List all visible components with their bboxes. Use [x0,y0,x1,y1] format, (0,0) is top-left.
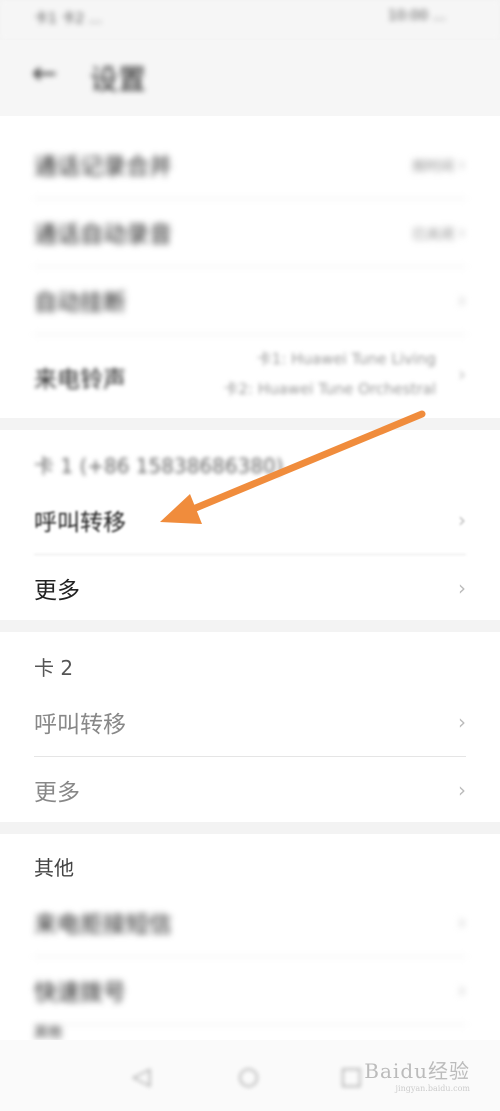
row-value: 按时间 [412,159,454,175]
settings-row-speed-dial[interactable]: 快速拨号 › [34,956,466,1025]
row-label: 通话记录合并 [34,154,172,180]
chevron-right-icon: › [458,508,466,532]
row-label: 其他 [34,1025,62,1040]
row-label: 来电铃声 [34,367,126,393]
settings-row-ringtone[interactable]: 来电铃声 卡1: Huawei Tune Living 卡2: Huawei T… [34,330,466,418]
card1-more[interactable]: 更多 › [34,554,466,622]
watermark-sub: jingyan.baidu.com [395,1084,470,1093]
status-left: 卡1 卡2 ... [34,11,103,27]
row-label: 来电拒接短信 [34,912,172,938]
settings-row-auto-hangup[interactable]: 自动挂断 › [34,266,466,335]
other-section: 其他 来电拒接短信 › 快速拨号 › 其他 [0,834,500,1040]
settings-row-other[interactable]: 其他 [34,1024,466,1040]
ringtone-sim2: 卡2: Huawei Tune Orchestral [223,380,436,398]
other-title: 其他 [34,856,74,880]
ringtone-sim1: 卡1: Huawei Tune Living [256,350,436,368]
settings-row-auto-record[interactable]: 通话自动录音 已关闭 › [34,198,466,267]
card2-more[interactable]: 更多 › [34,756,466,824]
baidu-watermark: Baidu经验 jingyan.baidu.com [364,1055,470,1093]
chevron-right-icon: › [458,910,466,934]
settings-row-reject-sms[interactable]: 来电拒接短信 › [34,888,466,957]
row-label: 通话自动录音 [34,222,172,248]
page-title: 设置 [90,63,147,96]
row-label: 呼叫转移 [34,712,126,738]
chevron-right-icon: › [458,978,466,1002]
chevron-right-icon: › [458,362,466,386]
status-right: 10:00 ... [387,8,446,24]
chevron-right-icon: › [458,710,466,734]
card2-title: 卡 2 [34,656,74,680]
card2-section: 卡 2 呼叫转移 › 更多 › [0,632,500,822]
chevron-right-icon: › [458,220,466,244]
chevron-right-icon: › [458,152,466,176]
card1-title: 卡 1 (+86 15838686380) [34,454,284,478]
nav-back-icon[interactable]: ◁ [132,1062,150,1090]
settings-row-call-log-merge[interactable]: 通话记录合并 按时间 › [34,130,466,199]
chevron-right-icon: › [458,288,466,312]
back-icon[interactable]: ← [32,56,57,91]
row-label: 快速拨号 [34,980,126,1006]
nav-recent-icon[interactable]: □ [340,1062,363,1090]
row-label: 呼叫转移 [34,510,126,536]
chevron-right-icon: › [458,778,466,802]
watermark-main: Baidu经验 [364,1059,470,1083]
row-value: 已关闭 [412,227,454,243]
nav-home-icon[interactable]: ○ [238,1062,259,1090]
card1-section: 卡 1 (+86 15838686380) 呼叫转移 › 更多 › [0,430,500,620]
app-bar: ← 设置 [0,40,500,116]
row-label: 更多 [34,780,80,806]
card1-call-forwarding[interactable]: 呼叫转移 › [34,486,466,555]
status-bar: 卡1 卡2 ... 10:00 ... [0,0,500,40]
row-label: 自动挂断 [34,290,126,316]
card2-call-forwarding[interactable]: 呼叫转移 › [34,688,466,757]
chevron-right-icon: › [458,576,466,600]
row-label: 更多 [34,578,80,604]
